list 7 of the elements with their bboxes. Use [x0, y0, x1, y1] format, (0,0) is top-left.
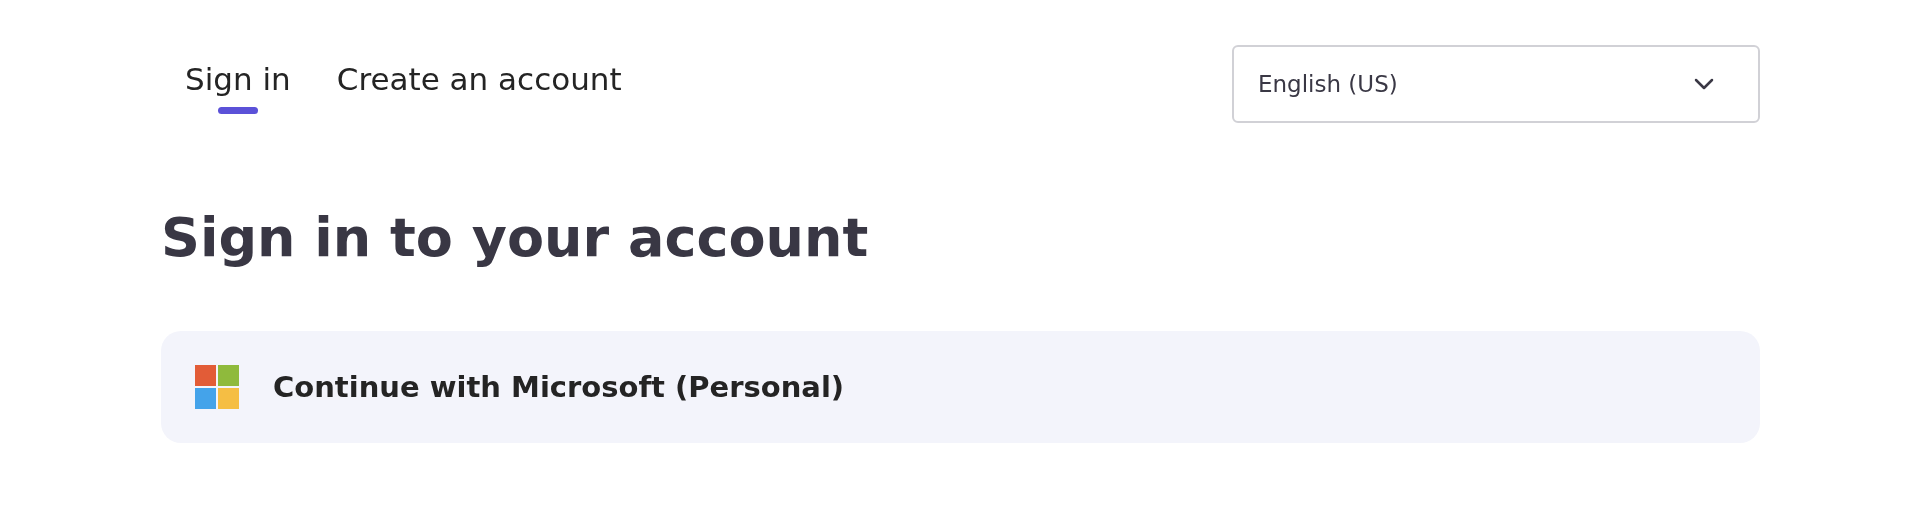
tab[interactable]: Create an account [336, 61, 622, 126]
four-squares-icon [195, 365, 239, 409]
chevron-down-icon [1694, 78, 1714, 90]
page-heading: Sign in to your account [161, 206, 870, 269]
tab[interactable]: Sign in [185, 61, 291, 126]
language-dropdown[interactable]: English (US) [1232, 45, 1760, 123]
continue-button[interactable]: Continue with Microsoft (Personal) [161, 331, 1760, 443]
